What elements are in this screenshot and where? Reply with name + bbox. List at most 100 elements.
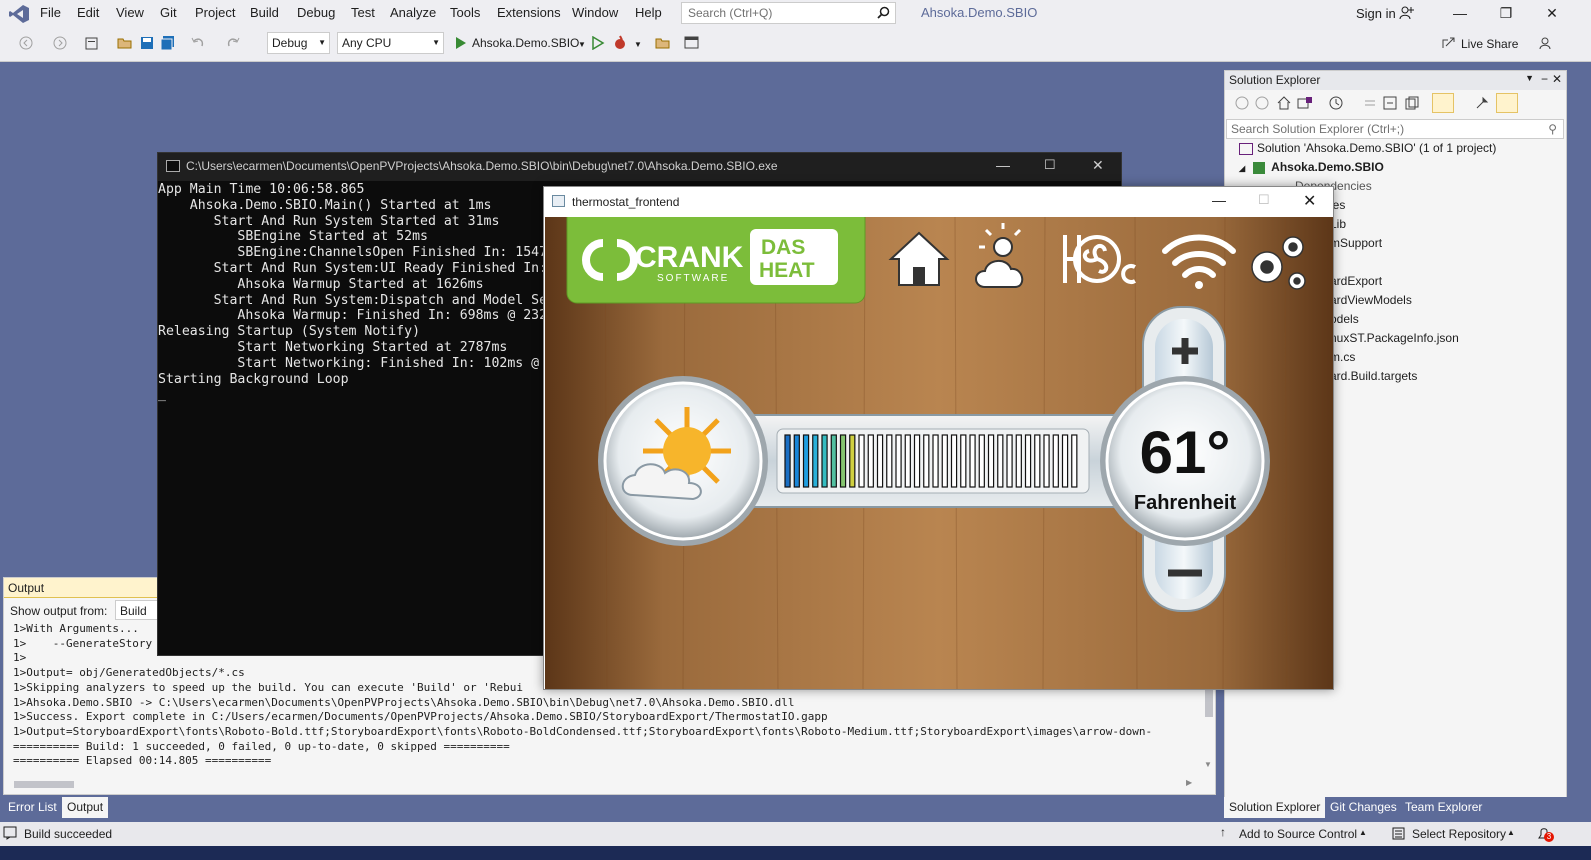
build-status-icon [3,826,17,840]
feedback-icon[interactable] [1538,35,1554,51]
browse-folder-icon[interactable] [655,35,671,51]
chevron-down-icon[interactable]: ▼ [634,40,642,49]
search-input[interactable]: Search (Ctrl+Q) [681,2,896,24]
menu-git[interactable]: Git [160,5,177,20]
start-target-button[interactable]: Ahsoka.Demo.SBIO [472,36,579,50]
redo-icon[interactable] [225,35,241,51]
output-horizontal-scrollbar[interactable] [14,781,74,788]
chevron-down-icon[interactable]: ▼ [578,40,586,49]
console-close-button[interactable]: ✕ [1092,157,1104,174]
thermostat-maximize-button[interactable]: ☐ [1258,192,1270,208]
standard-toolbar: Debug ▼ Any CPU ▼ Ahsoka.Demo.SBIO ▼ ▼ Liv… [0,28,1591,62]
scroll-down-icon[interactable]: ▼ [1204,760,1212,769]
tree-item[interactable]: odels [1330,312,1359,331]
back-icon[interactable] [1235,96,1249,110]
menu-help[interactable]: Help [635,5,662,20]
tree-item[interactable]: ardExport [1330,274,1382,293]
forward-icon[interactable] [1255,96,1269,110]
collapse-all-icon[interactable] [1383,96,1397,110]
close-panel-icon[interactable]: ✕ [1552,72,1562,86]
level-bar [997,434,1004,488]
minimize-button[interactable]: — [1437,2,1483,24]
tab-solution-explorer[interactable]: Solution Explorer [1224,797,1326,818]
live-share-icon[interactable] [1441,35,1457,51]
pin-icon[interactable]: − [1541,72,1548,86]
open-folder-icon[interactable] [117,35,133,51]
menu-file[interactable]: File [40,5,61,20]
maximize-button[interactable]: ❐ [1483,2,1529,24]
tree-item[interactable]: mSupport [1330,236,1382,255]
thermostat-minimize-button[interactable]: — [1212,192,1226,208]
tree-item[interactable]: ardViewModels [1330,293,1412,312]
chevron-up-icon[interactable]: ▲ [1359,828,1367,837]
add-to-source-control-button[interactable]: Add to Source Control [1239,827,1357,841]
new-project-icon[interactable] [84,35,100,51]
tab-output[interactable]: Output [62,797,109,818]
menu-analyze[interactable]: Analyze [390,5,436,20]
start-without-debug-icon[interactable] [591,36,607,52]
back-icon[interactable] [18,35,34,51]
switch-views-icon[interactable] [1297,96,1313,110]
level-bar [1043,434,1050,488]
select-repository-button[interactable]: Select Repository [1412,827,1506,841]
pending-changes-icon[interactable] [1329,96,1343,110]
window-position-icon[interactable]: ▼ [1525,73,1534,83]
tree-item-project[interactable]: ◢ Ahsoka.Demo.SBIO [1239,160,1384,179]
tree-item[interactable]: nuxST.PackageInfo.json [1330,331,1459,350]
sign-in-link[interactable]: Sign in [1356,6,1396,21]
layout-icon[interactable] [684,35,700,51]
level-bar [960,434,967,488]
start-debug-icon[interactable] [454,36,470,52]
tab-git-changes[interactable]: Git Changes [1325,797,1402,818]
save-icon[interactable] [139,35,155,51]
close-button[interactable]: ✕ [1529,2,1575,24]
tree-label: ardViewModels [1330,293,1412,307]
solution-search-placeholder: Search Solution Explorer (Ctrl+;) [1231,122,1405,136]
level-bar [895,434,902,488]
menu-edit[interactable]: Edit [77,5,99,20]
tree-item-solution[interactable]: Solution 'Ahsoka.Demo.SBIO' (1 of 1 proj… [1239,141,1496,160]
tree-item[interactable]: ard.Build.targets [1330,369,1417,388]
level-bar [1024,434,1032,488]
track-active-item-icon[interactable] [1432,93,1454,113]
menu-test[interactable]: Test [351,5,375,20]
level-bar [941,434,948,488]
console-minimize-button[interactable]: — [996,157,1010,173]
save-all-icon[interactable] [160,35,176,51]
undo-icon[interactable] [190,35,206,51]
account-feedback-icon[interactable] [1399,5,1415,21]
level-bar [830,434,837,488]
temperature-display: 61° Fahrenheit [1100,376,1270,546]
menu-debug[interactable]: Debug [297,5,335,20]
thermostat-close-button[interactable]: ✕ [1303,191,1316,211]
solution-search-input[interactable]: Search Solution Explorer (Ctrl+;) ⚲ [1226,119,1564,139]
scroll-right-icon[interactable]: ▶ [1186,778,1192,787]
menu-window[interactable]: Window [572,5,618,20]
hot-reload-icon[interactable] [612,35,628,51]
platform-value: Any CPU [342,36,392,50]
properties-icon[interactable] [1475,96,1489,110]
preview-selected-items-icon[interactable] [1496,93,1518,113]
menu-project[interactable]: Project [195,5,235,20]
live-share-button[interactable]: Live Share [1461,37,1518,51]
console-maximize-button[interactable]: ☐ [1044,157,1056,173]
menu-view[interactable]: View [116,5,144,20]
menu-tools[interactable]: Tools [450,5,480,20]
taskbar-strip [0,846,1591,860]
home-icon[interactable] [1277,96,1291,110]
visual-studio-logo-icon[interactable] [8,4,30,24]
menu-build[interactable]: Build [250,5,279,20]
level-bar [950,434,958,488]
platform-dropdown[interactable]: Any CPU ▼ [337,32,444,54]
expand-arrow-icon[interactable]: ◢ [1239,164,1245,173]
menu-extensions[interactable]: Extensions [497,5,561,20]
level-bar [1006,434,1013,488]
tab-error-list[interactable]: Error List [3,797,62,818]
configuration-dropdown[interactable]: Debug ▼ [267,32,330,54]
sync-icon[interactable] [1363,96,1377,110]
tab-team-explorer[interactable]: Team Explorer [1400,797,1487,818]
forward-icon[interactable] [52,35,68,51]
show-all-files-icon[interactable] [1405,96,1419,110]
chevron-up-icon[interactable]: ▲ [1507,828,1515,837]
level-bar [821,434,828,488]
